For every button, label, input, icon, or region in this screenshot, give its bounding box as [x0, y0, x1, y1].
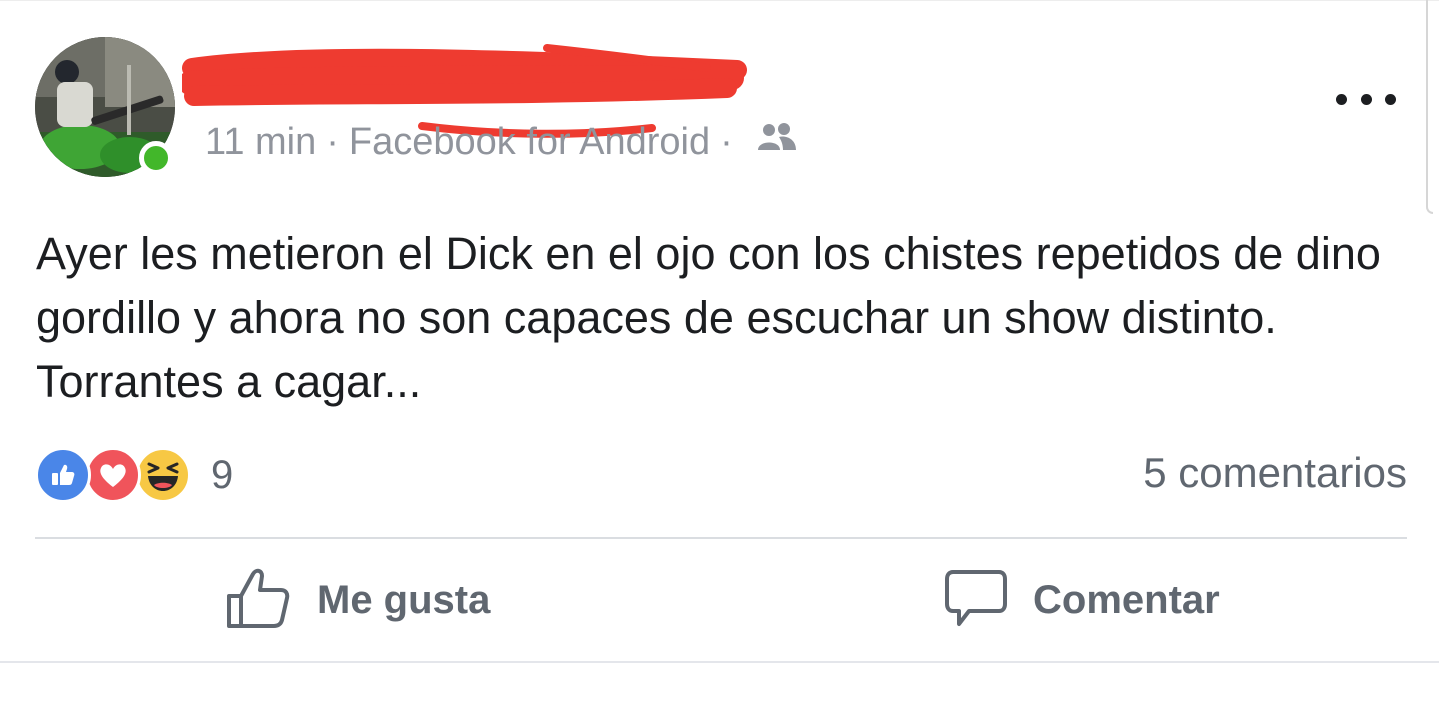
post-meta: 11 min · Facebook for Android ·	[205, 121, 799, 164]
post-source: Facebook for Android	[348, 121, 711, 163]
online-status-indicator	[139, 141, 173, 175]
love-reaction-icon	[85, 447, 141, 503]
more-dot	[1336, 93, 1347, 105]
screen-edge	[1426, 0, 1433, 214]
meta-separator: ·	[720, 121, 733, 163]
post-timestamp[interactable]: 11 min	[205, 121, 316, 164]
meta-separator: ·	[326, 121, 339, 163]
friends-icon[interactable]	[755, 121, 799, 164]
comment-bubble-icon	[943, 566, 1009, 635]
facebook-post: 11 min · Facebook for Android · Ayer les…	[0, 0, 1439, 701]
reactions-summary[interactable]: 9	[35, 446, 233, 504]
thumbs-up-icon	[225, 566, 293, 635]
post-text: Ayer les metieron el Dick en el ojo con …	[36, 228, 1381, 407]
comment-button[interactable]: Comentar	[943, 565, 1220, 635]
like-reaction-icon	[35, 447, 91, 503]
comment-button-label: Comentar	[1033, 577, 1220, 622]
reaction-count: 9	[211, 452, 234, 497]
top-divider	[0, 0, 1439, 1]
more-dot	[1385, 93, 1396, 105]
like-button-label: Me gusta	[317, 577, 491, 622]
haha-reaction-icon	[135, 447, 191, 503]
post-bottom-divider	[0, 661, 1439, 663]
like-button[interactable]: Me gusta	[225, 565, 490, 635]
actions-divider	[35, 537, 1407, 539]
more-dot	[1360, 93, 1372, 105]
more-options-button[interactable]	[1336, 84, 1396, 114]
comments-count-link[interactable]: 5 comentarios	[1143, 449, 1407, 497]
